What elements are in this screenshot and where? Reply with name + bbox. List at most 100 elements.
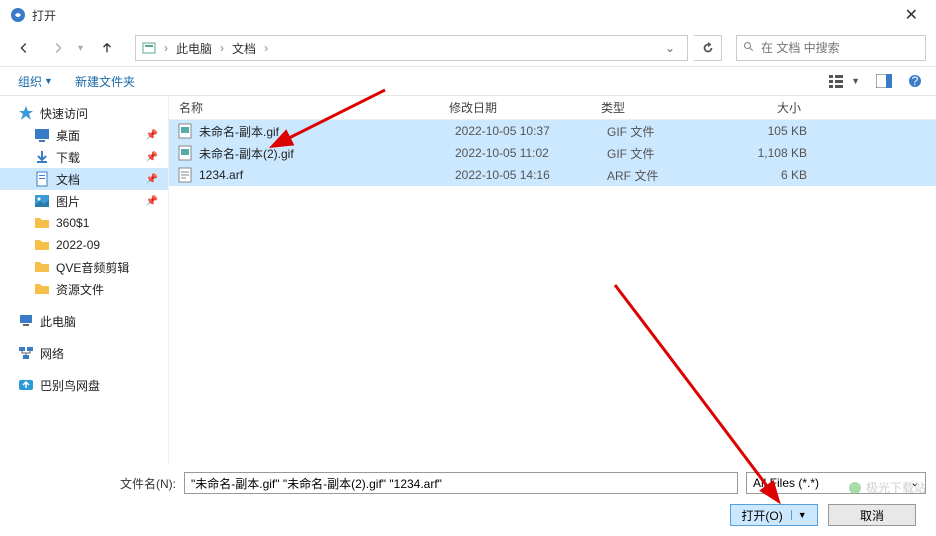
file-date: 2022-10-05 14:16 [455,168,607,182]
column-date[interactable]: 修改日期 [449,99,601,116]
file-name: 未命名-副本(2).gif [199,145,455,162]
gif-file-icon [177,123,193,139]
open-button[interactable]: 打开(O) ▼ [730,504,818,526]
window-title: 打开 [32,7,56,24]
sidebar-item-label: 快速访问 [40,105,88,122]
pin-icon: 📌 [146,174,158,185]
svg-text:?: ? [912,74,919,88]
gif-file-icon [177,145,193,161]
file-row[interactable]: 1234.arf 2022-10-05 14:16 ARF 文件 6 KB [169,164,936,186]
search-input[interactable] [761,41,919,55]
sidebar-item-label: 图片 [56,193,80,210]
file-type: GIF 文件 [607,123,737,140]
download-icon [34,149,50,165]
navbar: ▾ › 此电脑 › 文档 › ⌄ [0,30,936,66]
folder-icon [34,215,50,231]
pin-icon: 📌 [146,196,158,207]
titlebar: 打开 ✕ [0,0,936,30]
list-body: 未命名-副本.gif 2022-10-05 10:37 GIF 文件 105 K… [169,120,936,186]
network-icon [18,345,34,361]
toolbar: 组织 ▼ 新建文件夹 ▼ ? [0,66,936,96]
app-icon [10,7,26,23]
sidebar-pictures[interactable]: 图片 📌 [0,190,168,212]
search-icon [743,41,755,56]
folder-icon [34,281,50,297]
breadcrumb-this-pc[interactable]: 此电脑 [176,40,212,57]
pin-icon: 📌 [146,130,158,141]
desktop-icon [34,127,50,143]
chevron-down-icon: ▼ [851,76,860,86]
nav-back-button[interactable] [10,35,38,61]
sidebar-folder-qve[interactable]: QVE音频剪辑 [0,256,168,278]
star-icon [18,105,34,121]
list-header: 名称 修改日期 类型 大小 [169,96,936,120]
breadcrumb-documents[interactable]: 文档 [232,40,256,57]
button-label: 取消 [860,507,884,524]
breadcrumb-sep-icon: › [264,41,268,55]
help-button[interactable]: ? [904,72,926,90]
close-button[interactable]: ✕ [897,1,926,29]
sidebar-this-pc[interactable]: 此电脑 [0,310,168,332]
file-row[interactable]: 未命名-副本(2).gif 2022-10-05 11:02 GIF 文件 1,… [169,142,936,164]
sidebar-item-label: 网络 [40,345,64,362]
view-mode-button[interactable]: ▼ [825,72,864,90]
nav-up-button[interactable] [93,35,121,61]
button-label: 打开(O) [741,507,782,524]
refresh-button[interactable] [694,35,722,61]
breadcrumb-sep-icon: › [220,41,224,55]
pin-icon: 📌 [146,152,158,163]
watermark: 极光下载站 [848,479,926,496]
sidebar: 快速访问 桌面 📌 下载 📌 文档 📌 图片 📌 360$1 202 [0,96,168,464]
nav-history-dropdown[interactable]: ▾ [78,43,83,54]
sidebar-item-label: 2022-09 [56,238,100,252]
address-dropdown-icon[interactable]: ⌄ [659,41,681,55]
file-name: 1234.arf [199,168,455,182]
file-type: GIF 文件 [607,145,737,162]
sidebar-item-label: 巴别鸟网盘 [40,377,100,394]
address-bar[interactable]: › 此电脑 › 文档 › ⌄ [135,35,688,61]
sidebar-folder-resources[interactable]: 资源文件 [0,278,168,300]
chevron-down-icon: ▼ [791,510,807,520]
sidebar-babel-cloud[interactable]: 巴别鸟网盘 [0,374,168,396]
file-date: 2022-10-05 10:37 [455,124,607,138]
file-list: 名称 修改日期 类型 大小 未命名-副本.gif 2022-10-05 10:3… [168,96,936,464]
sidebar-downloads[interactable]: 下载 📌 [0,146,168,168]
file-type: ARF 文件 [607,167,737,184]
sidebar-documents[interactable]: 文档 📌 [0,168,168,190]
location-icon [142,41,156,55]
sidebar-item-label: QVE音频剪辑 [56,259,129,276]
sidebar-item-label: 资源文件 [56,281,104,298]
filename-input[interactable] [184,472,738,494]
cloud-drive-icon [18,377,34,393]
sidebar-folder-2022-09[interactable]: 2022-09 [0,234,168,256]
pictures-icon [34,193,50,209]
filter-label: All Files (*.*) [753,476,819,490]
column-type[interactable]: 类型 [601,99,731,116]
file-size: 1,108 KB [737,146,837,160]
file-row[interactable]: 未命名-副本.gif 2022-10-05 10:37 GIF 文件 105 K… [169,120,936,142]
nav-forward-button[interactable] [44,35,72,61]
column-size[interactable]: 大小 [731,99,831,116]
cancel-button[interactable]: 取消 [828,504,916,526]
sidebar-folder-360[interactable]: 360$1 [0,212,168,234]
sidebar-quick-access[interactable]: 快速访问 [0,102,168,124]
content-area: 快速访问 桌面 📌 下载 📌 文档 📌 图片 📌 360$1 202 [0,96,936,464]
sidebar-item-label: 桌面 [56,127,80,144]
chevron-down-icon: ▼ [44,76,53,86]
column-name[interactable]: 名称 [169,99,449,116]
footer: 文件名(N): All Files (*.*) ⌄ 打开(O) ▼ 取消 [0,464,936,536]
filename-label: 文件名(N): [120,475,176,492]
arf-file-icon [177,167,193,183]
organize-button[interactable]: 组织 ▼ [10,69,61,94]
breadcrumb-sep-icon: › [164,41,168,55]
sidebar-network[interactable]: 网络 [0,342,168,364]
new-folder-button[interactable]: 新建文件夹 [67,69,143,94]
folder-icon [34,237,50,253]
sidebar-item-label: 360$1 [56,216,89,230]
preview-pane-button[interactable] [872,72,896,90]
file-size: 105 KB [737,124,837,138]
search-box[interactable] [736,35,926,61]
sidebar-desktop[interactable]: 桌面 📌 [0,124,168,146]
document-icon [34,171,50,187]
file-name: 未命名-副本.gif [199,123,455,140]
